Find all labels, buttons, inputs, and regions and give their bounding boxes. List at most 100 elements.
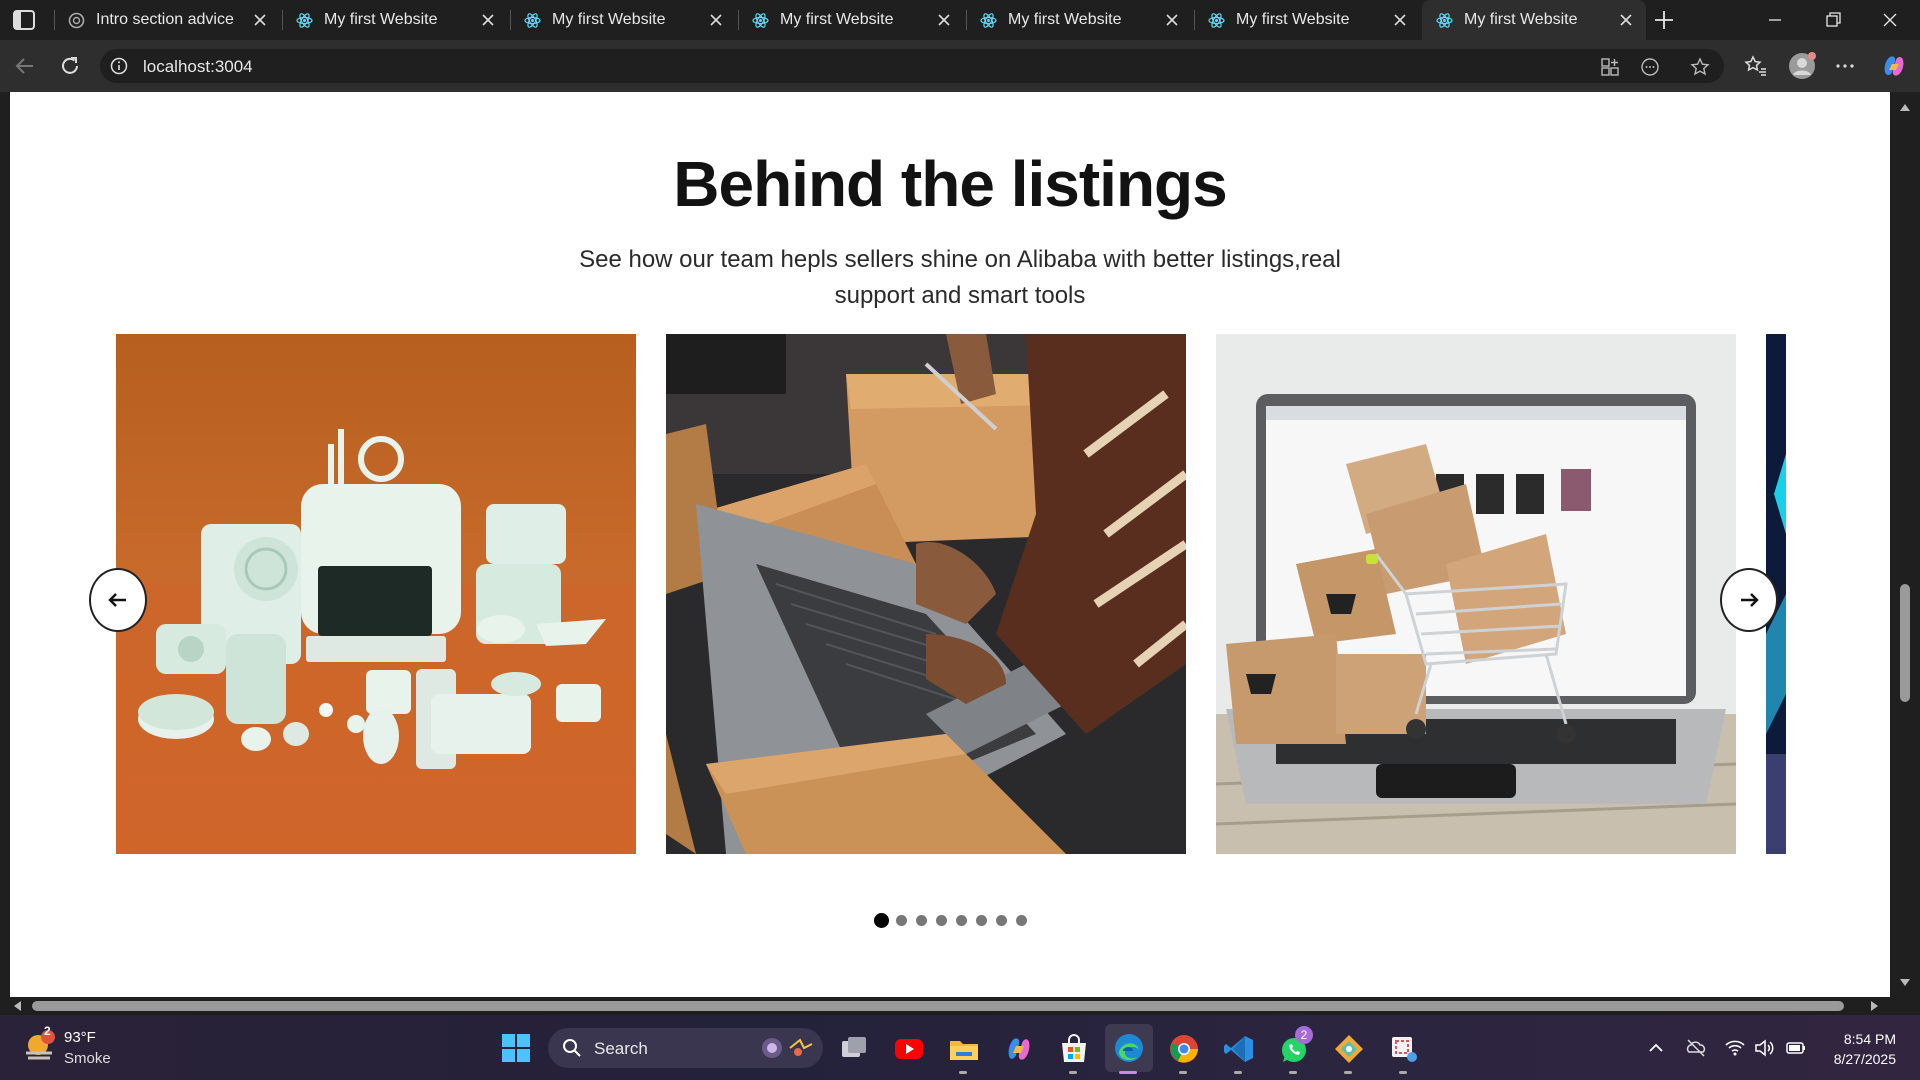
- close-tab-icon[interactable]: [252, 12, 268, 28]
- vertical-scrollbar[interactable]: [1890, 92, 1920, 997]
- minimize-window-icon[interactable]: [1765, 10, 1785, 30]
- wifi-icon[interactable]: [1724, 1037, 1746, 1059]
- more-options-icon[interactable]: [1832, 53, 1858, 79]
- tab-title: Intro section advice: [96, 11, 234, 28]
- close-tab-icon[interactable]: [1164, 12, 1180, 28]
- running-indicator: [1289, 1071, 1297, 1074]
- tab-title: My first Website: [324, 11, 438, 28]
- electronic-gadgets-image: [116, 334, 636, 854]
- close-window-icon[interactable]: [1880, 10, 1900, 30]
- microsoft-store-icon[interactable]: [1058, 1033, 1090, 1065]
- running-indicator: [1399, 1071, 1407, 1074]
- running-indicator: [1179, 1071, 1187, 1074]
- scroll-up-arrow-icon[interactable]: [1899, 102, 1911, 112]
- refresh-icon[interactable]: [57, 53, 83, 79]
- section-subtitle: See how our team hepls sellers shine on …: [579, 246, 1341, 309]
- favorite-star-icon[interactable]: [1690, 57, 1710, 77]
- tab-my-first-website[interactable]: My first Website: [966, 0, 1192, 40]
- edge-browser-icon: [1115, 1034, 1143, 1062]
- tab-my-first-website[interactable]: My first Website: [1194, 0, 1420, 40]
- scroll-down-arrow-icon[interactable]: [1899, 978, 1911, 988]
- clock-time: 8:54 PM: [1843, 1031, 1896, 1047]
- search-highlight-icon: [762, 1038, 813, 1058]
- whatsapp-badge: 2: [1295, 1026, 1313, 1044]
- laptop-cart-boxes-image: [1216, 334, 1736, 854]
- close-tab-icon[interactable]: [936, 12, 952, 28]
- close-tab-icon[interactable]: [1618, 12, 1634, 28]
- edge-app-active[interactable]: [1105, 1024, 1153, 1072]
- carousel-dot-4[interactable]: [936, 915, 947, 926]
- volume-icon[interactable]: [1753, 1037, 1775, 1059]
- weather-badge: 2: [44, 1024, 51, 1038]
- running-indicator: [1069, 1071, 1077, 1074]
- close-tab-icon[interactable]: [1392, 12, 1408, 28]
- carousel-prev-button[interactable]: [89, 568, 147, 632]
- back-arrow-icon[interactable]: [12, 53, 38, 79]
- taskbar-search-label: Search: [594, 1039, 648, 1058]
- vertical-scroll-thumb[interactable]: [1900, 584, 1910, 702]
- tab-my-first-website[interactable]: My first Website: [282, 0, 508, 40]
- page-viewport: Behind the listings See how our team hep…: [10, 92, 1890, 997]
- tab-title: My first Website: [552, 11, 666, 28]
- react-favicon-icon: [1436, 13, 1453, 28]
- file-explorer-icon[interactable]: [948, 1033, 980, 1065]
- carousel-dot-3[interactable]: [916, 915, 927, 926]
- copilot-icon[interactable]: [1880, 52, 1908, 80]
- tab-actions-icon[interactable]: [12, 9, 36, 31]
- app-available-icon[interactable]: [1600, 57, 1620, 77]
- carousel-dot-5[interactable]: [956, 915, 967, 926]
- carousel-slide-electronics[interactable]: [116, 334, 636, 854]
- vscode-icon[interactable]: [1223, 1033, 1255, 1065]
- carousel-slide-ecommerce[interactable]: [1216, 334, 1736, 854]
- react-favicon-icon: [296, 13, 313, 28]
- scroll-left-arrow-icon[interactable]: [12, 1000, 22, 1012]
- profile-avatar-icon[interactable]: [1787, 51, 1817, 81]
- running-indicator: [1234, 1071, 1242, 1074]
- tab-title: My first Website: [1008, 11, 1122, 28]
- reading-mode-icon[interactable]: [1640, 57, 1660, 77]
- react-favicon-icon: [752, 13, 769, 28]
- carousel-dot-6[interactable]: [976, 915, 987, 926]
- battery-icon[interactable]: [1785, 1037, 1807, 1059]
- windows-start-icon[interactable]: [501, 1033, 531, 1063]
- favorites-list-icon[interactable]: [1742, 53, 1768, 79]
- tab-intro-section[interactable]: Intro section advice: [54, 0, 280, 40]
- weather-temperature: 93°F: [64, 1029, 96, 1046]
- show-hidden-icons-icon[interactable]: [1645, 1037, 1667, 1059]
- carousel-dot-1[interactable]: [874, 913, 889, 928]
- tab-title: My first Website: [1236, 11, 1350, 28]
- site-info-icon[interactable]: [110, 57, 128, 75]
- tab-my-first-website[interactable]: My first Website: [738, 0, 964, 40]
- tab-my-first-website[interactable]: My first Website: [510, 0, 736, 40]
- openai-favicon-icon: [68, 12, 85, 29]
- horizontal-scroll-thumb[interactable]: [32, 1001, 1844, 1011]
- restore-window-icon[interactable]: [1823, 10, 1843, 30]
- close-tab-icon[interactable]: [480, 12, 496, 28]
- copilot-taskbar-icon[interactable]: [1003, 1033, 1035, 1065]
- system-clock[interactable]: 8:54 PM 8/27/2025: [1834, 1029, 1896, 1069]
- snipping-tool-icon[interactable]: [1388, 1033, 1420, 1065]
- new-tab-icon[interactable]: [1653, 9, 1675, 31]
- chrome-icon[interactable]: [1168, 1033, 1200, 1065]
- active-indicator: [1119, 1071, 1137, 1074]
- weather-widget[interactable]: 2 93°F Smoke: [20, 1015, 120, 1080]
- browser-tab-strip: Intro section advice My first Website My…: [0, 0, 1920, 40]
- close-tab-icon[interactable]: [708, 12, 724, 28]
- git-client-icon[interactable]: [1333, 1033, 1365, 1065]
- carousel-dot-2[interactable]: [896, 915, 907, 926]
- onedrive-offline-icon[interactable]: [1685, 1037, 1707, 1059]
- tab-my-first-website-active[interactable]: My first Website: [1422, 0, 1646, 40]
- task-view-icon[interactable]: [838, 1033, 870, 1065]
- carousel-next-button[interactable]: [1720, 568, 1778, 632]
- weather-condition: Smoke: [64, 1050, 111, 1067]
- address-bar[interactable]: localhost:3004: [100, 49, 1724, 83]
- react-favicon-icon: [980, 13, 997, 28]
- carousel-dot-8[interactable]: [1016, 915, 1027, 926]
- carousel-slide-packing[interactable]: [666, 334, 1186, 854]
- horizontal-scrollbar[interactable]: [0, 997, 1890, 1015]
- scroll-right-arrow-icon[interactable]: [1870, 1000, 1880, 1012]
- carousel-dot-7[interactable]: [996, 915, 1007, 926]
- browser-toolbar: localhost:3004: [0, 40, 1920, 92]
- youtube-icon[interactable]: [893, 1033, 925, 1065]
- taskbar-search-box[interactable]: Search: [548, 1028, 823, 1068]
